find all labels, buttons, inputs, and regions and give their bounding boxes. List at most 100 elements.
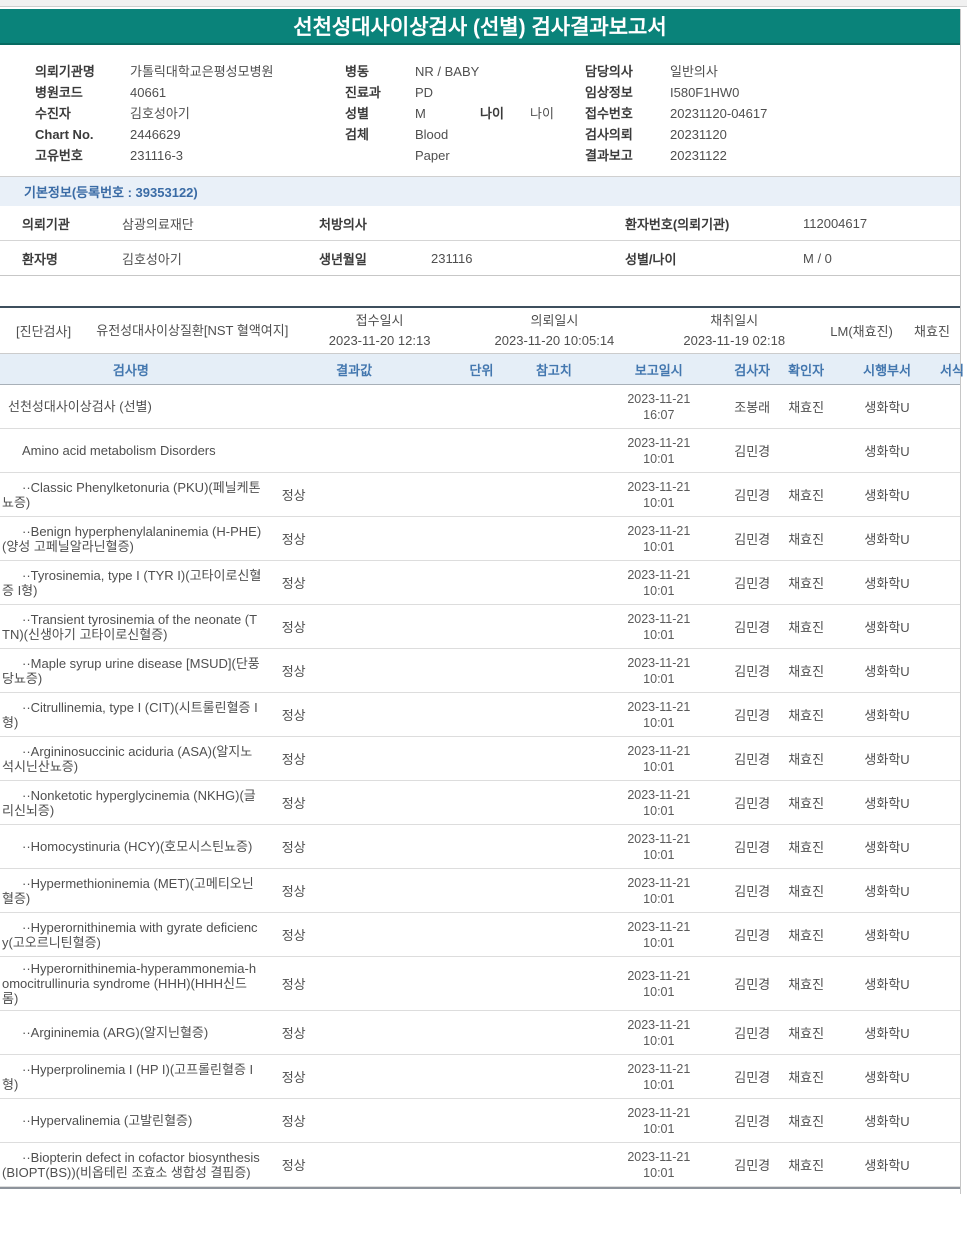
test-name: ··Homocystinuria (HCY)(호모시스틴뇨증) [22,839,253,854]
result-value: 정상 [281,532,306,547]
department-name: 생화학U [864,576,910,591]
report-time: 10:01 [643,984,675,999]
test-name: ··Hyperornithinemia-hyperammonemia-homoc… [2,961,257,1006]
confirmer-name: 채효진 [788,708,825,723]
report-date: 2023-11-21 [627,787,691,802]
exam-category: [진단검사] [16,324,72,339]
test-name: ··Tyrosinemia, type I (TYR I)(고타이로신혈증 I형… [2,567,262,598]
field-value: PD [415,85,434,100]
patient-header-row: Chart No. 2446629 [35,124,345,145]
report-date: 2023-11-21 [627,1061,691,1076]
report-time: 10:01 [643,1165,675,1180]
field-label: 의뢰기관 [22,216,70,232]
confirmer-name: 채효진 [788,664,825,679]
report-date: 2023-11-21 [627,435,691,450]
results-table: 검사명 결과값 단위 참고치 보고일시 검사자 확인자 시행부서 서식 선천성대사이상검사 (선… [0,354,964,1189]
report-date: 2023-11-21 [627,699,691,714]
test-name: ··Argininosuccinic aciduria (ASA)(알지노석시닌… [2,743,253,774]
report-time: 10:01 [643,935,675,950]
result-row: ··Benign hyperphenylalaninemia (H-PHE)(양… [0,517,960,561]
tester-name: 김민경 [734,620,771,635]
column-header: 단위 [469,362,494,378]
field-value: M [415,106,426,121]
result-row: ··Hyperornithinemia-hyperammonemia-homoc… [0,957,960,1011]
report-time: 16:07 [643,407,675,422]
field-label: 고유번호 [35,148,83,163]
test-name: ··Argininemia (ARG)(알지닌혈증) [22,1025,209,1040]
exam-summary-bar: [진단검사] 유전성대사이상질환[NST 혈액여지] 접수일시 2023-11-… [0,306,960,354]
report-title: 선천성대사이상검사 (선별) 검사결과보고서 [293,16,667,39]
department-name: 생화학U [864,752,910,767]
result-value: 정상 [281,928,306,943]
report-time: 10:01 [643,1121,675,1136]
patient-header-column-2: 병동 NR / BABY 진료과 PD 성별 M 나이 나이 검체 Blood Paper [345,61,585,166]
report-date: 2023-11-21 [627,1017,691,1032]
department-name: 생화학U [864,928,910,943]
test-name: ··Hypervalinemia (고발린혈증) [22,1113,193,1128]
report-datetime: 2023-11-21 10:01 [591,611,726,643]
receipt-datetime-label: 접수일시 [355,313,404,328]
result-row: ··Argininemia (ARG)(알지닌혈증) 정상 2023-11-21… [0,1011,960,1055]
tester-name: 김민경 [734,576,771,591]
report-date: 2023-11-21 [627,523,691,538]
department-name: 생화학U [864,1158,910,1173]
tester-name: 김민경 [734,1070,771,1085]
test-name: ··Hyperornithinemia with gyrate deficien… [2,919,258,950]
field-label: 환자번호(의뢰기관) [625,216,730,232]
result-row: ··Maple syrup urine disease [MSUD](단풍당뇨증… [0,649,960,693]
tester-name: 김민경 [734,884,771,899]
result-value: 정상 [281,1026,306,1041]
field-label: 진료과 [345,85,381,100]
tester-name: 김민경 [734,708,771,723]
result-row: Amino acid metabolism Disorders 2023-11-… [0,429,960,473]
request-datetime: 의뢰일시 2023-11-20 10:05:14 [460,311,650,350]
field-value: 231116 [431,250,473,266]
report-datetime: 2023-11-21 10:01 [591,919,726,951]
column-header: 시행부서 [863,362,911,378]
tester-name: 김민경 [734,796,771,811]
test-name: ··Biopterin defect in cofactor biosynthe… [2,1149,260,1180]
report-time: 10:01 [643,583,675,598]
result-row: 선천성대사이상검사 (선별) 2023-11-21 16:07 조봉래 채효진 … [0,385,960,429]
test-name: ··Hypermethioninemia (MET)(고메티오닌혈증) [2,875,254,906]
result-row: ··Tyrosinemia, type I (TYR I)(고타이로신혈증 I형… [0,561,960,605]
field-value-2: 나이 [530,106,554,121]
report-datetime: 2023-11-21 10:01 [591,523,726,555]
result-value: 정상 [281,752,306,767]
result-value: 정상 [281,884,306,899]
report-datetime: 2023-11-21 10:01 [591,655,726,687]
results-table-header: 검사명 결과값 단위 참고치 보고일시 검사자 확인자 시행부서 서식 [0,354,964,385]
field-label: 처방의사 [319,216,367,232]
field-label: 생년월일 [319,251,367,267]
report-datetime: 2023-11-21 10:01 [591,479,726,511]
field-value: 231116-3 [130,148,184,163]
report-datetime: 2023-11-21 10:01 [591,1017,726,1049]
result-row: ··Transient tyrosinemia of the neonate (… [0,605,960,649]
field-label: 임상정보 [585,85,633,100]
receipt-datetime: 접수일시 2023-11-20 12:13 [300,311,460,350]
confirmer-name: 채효진 [788,1070,825,1085]
test-name: ··Citrullinemia, type I (CIT)(시트룰린혈증 I형) [2,699,258,730]
report-title-bar: 선천성대사이상검사 (선별) 검사결과보고서 [0,9,960,45]
result-value: 정상 [281,1070,306,1085]
report-time: 10:01 [643,495,675,510]
report-date: 2023-11-21 [627,743,691,758]
report-date: 2023-11-21 [627,968,691,983]
result-row: ··Nonketotic hyperglycinemia (NKHG)(글리신뇌… [0,781,960,825]
report-date: 2023-11-21 [627,831,691,846]
test-name: 선천성대사이상검사 (선별) [8,399,152,414]
tester-name: 김민경 [734,928,771,943]
basic-info-row: 의뢰기관 삼광의료재단 처방의사 환자번호(의뢰기관) 112004617 [0,206,960,241]
report-datetime: 2023-11-21 10:01 [591,875,726,907]
report-date: 2023-11-21 [627,919,691,934]
field-value: 김호성아기 [130,106,190,121]
patient-header-row: 수진자 김호성아기 [35,103,345,124]
patient-header-row: 고유번호 231116-3 [35,145,345,166]
result-value: 정상 [281,708,306,723]
department-name: 생화학U [864,840,910,855]
field-value: 20231122 [670,148,727,163]
field-label: 성별 [345,106,369,121]
department-name: 생화학U [864,1114,910,1129]
report-time: 10:01 [643,451,675,466]
confirmer-name: 채효진 [788,928,825,943]
